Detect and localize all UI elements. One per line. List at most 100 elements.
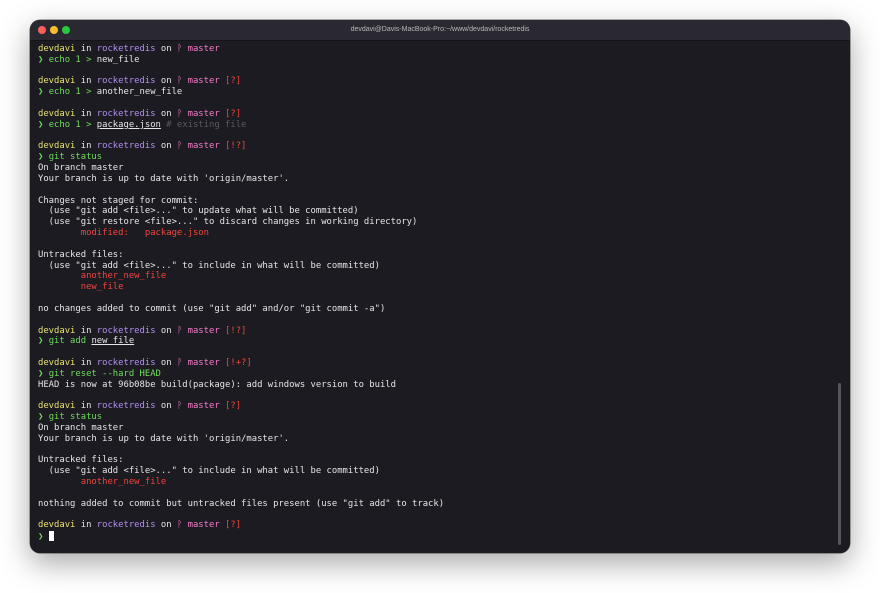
prompt-directory: rocketredis: [96, 358, 156, 369]
prompt-on: on: [160, 108, 172, 119]
command-text: new_file: [96, 54, 140, 65]
git-status-indicator: [!?]: [225, 141, 247, 152]
prompt-line: devdavi in rocketredis on ᚹ master [!+?]: [38, 358, 828, 369]
prompt-branch: master: [187, 358, 220, 369]
prompt-directory: rocketredis: [96, 325, 156, 336]
output-text: Untracked files:: [38, 249, 124, 260]
command-text: git reset --hard HEAD: [48, 368, 161, 379]
output-file-text: another_new_file: [38, 477, 167, 488]
prompt-on: on: [160, 358, 172, 369]
output-text: Your branch is up to date with 'origin/m…: [38, 173, 290, 184]
scrollbar[interactable]: [838, 383, 841, 545]
prompt-line: devdavi in rocketredis on ᚹ master [?]: [38, 109, 828, 120]
prompt-chevron-icon: ❯: [38, 54, 44, 65]
git-branch-icon: ᚹ: [176, 325, 183, 336]
terminal-output[interactable]: devdavi in rocketredis on ᚹ master ❯ echo…: [38, 44, 828, 542]
prompt-directory: rocketredis: [96, 76, 156, 87]
command-line: ❯ echo 1 > another_new_file: [38, 87, 828, 98]
command-text: another_new_file: [96, 87, 183, 98]
output-line-file: modified: package.json: [38, 228, 828, 239]
prompt-on: on: [160, 76, 172, 87]
output-text: Your branch is up to date with 'origin/m…: [38, 433, 290, 444]
output-text: nothing added to commit but untracked fi…: [38, 498, 445, 509]
output-text: (use "git add <file>..." to include in w…: [38, 466, 380, 477]
window-title: devdavi@Davis-MacBook-Pro:~/www/devdavi/…: [350, 26, 530, 33]
output-line: On branch master: [38, 423, 828, 434]
output-line: (use "git restore <file>..." to discard …: [38, 217, 828, 228]
command-line: ❯ echo 1 > package.json # existing file: [38, 120, 828, 131]
prompt-directory: rocketredis: [96, 108, 156, 119]
output-line: (use "git add <file>..." to include in w…: [38, 261, 828, 272]
prompt-branch: master: [187, 401, 220, 412]
prompt-in: in: [80, 401, 92, 412]
command-line: ❯ git status: [38, 412, 828, 423]
prompt-branch: master: [187, 44, 220, 54]
output-text: (use "git add <file>..." to update what …: [38, 206, 359, 217]
output-line: Untracked files:: [38, 250, 828, 261]
git-branch-icon: ᚹ: [176, 520, 183, 531]
git-status-indicator: [?]: [225, 76, 242, 87]
prompt-branch: master: [187, 76, 220, 87]
command-text: new_file: [91, 336, 135, 347]
prompt-user: devdavi: [38, 108, 76, 119]
output-line-file: new_file: [38, 282, 828, 293]
output-file-text: new_file: [38, 282, 124, 293]
prompt-on: on: [160, 520, 172, 531]
prompt-directory: rocketredis: [96, 401, 156, 412]
output-line: On branch master: [38, 163, 828, 174]
prompt-in: in: [80, 44, 92, 54]
git-branch-icon: ᚹ: [176, 76, 183, 87]
command-line: ❯ git add new_file: [38, 336, 828, 347]
prompt-on: on: [160, 401, 172, 412]
command-text: git status: [48, 152, 103, 163]
prompt-chevron-icon: ❯: [38, 152, 44, 163]
output-line: Your branch is up to date with 'origin/m…: [38, 174, 828, 185]
prompt-branch: master: [187, 325, 220, 336]
command-text: echo 1 >: [48, 54, 97, 65]
command-line: ❯ git reset --hard HEAD: [38, 369, 828, 380]
terminal-window[interactable]: devdavi@Davis-MacBook-Pro:~/www/devdavi/…: [30, 20, 850, 553]
git-status-indicator: [!+?]: [225, 358, 252, 369]
prompt-user: devdavi: [38, 520, 76, 531]
output-line: Changes not staged for commit:: [38, 196, 828, 207]
prompt-line: devdavi in rocketredis on ᚹ master: [38, 44, 828, 55]
output-line: HEAD is now at 96b08be build(package): a…: [38, 380, 828, 391]
output-line: nothing added to commit but untracked fi…: [38, 499, 828, 510]
prompt-user: devdavi: [38, 325, 76, 336]
prompt-chevron-icon: ❯: [38, 119, 44, 130]
prompt-chevron-icon: ❯: [38, 87, 44, 98]
prompt-branch: master: [187, 108, 220, 119]
command-text: echo 1 >: [48, 119, 97, 130]
text-cursor[interactable]: [48, 531, 54, 542]
output-line-file: another_new_file: [38, 477, 828, 488]
title-bar[interactable]: devdavi@Davis-MacBook-Pro:~/www/devdavi/…: [30, 20, 850, 41]
prompt-directory: rocketredis: [96, 141, 156, 152]
git-branch-icon: ᚹ: [176, 141, 183, 152]
command-text: echo 1 >: [48, 87, 97, 98]
prompt-chevron-icon: ❯: [38, 412, 44, 423]
prompt-in: in: [80, 520, 92, 531]
output-line: Untracked files:: [38, 455, 828, 466]
git-status-indicator: [?]: [225, 108, 242, 119]
prompt-user: devdavi: [38, 141, 76, 152]
prompt-in: in: [80, 108, 92, 119]
output-file-text: modified: package.json: [38, 228, 209, 239]
input-line[interactable]: ❯: [38, 531, 828, 542]
output-text: Changes not staged for commit:: [38, 195, 199, 206]
command-line: ❯ git status: [38, 152, 828, 163]
prompt-on: on: [160, 141, 172, 152]
git-status-indicator: [?]: [225, 401, 242, 412]
command-text: git add: [48, 336, 92, 347]
prompt-in: in: [80, 141, 92, 152]
prompt-line: devdavi in rocketredis on ᚹ master [?]: [38, 520, 828, 531]
output-text: Untracked files:: [38, 455, 124, 466]
